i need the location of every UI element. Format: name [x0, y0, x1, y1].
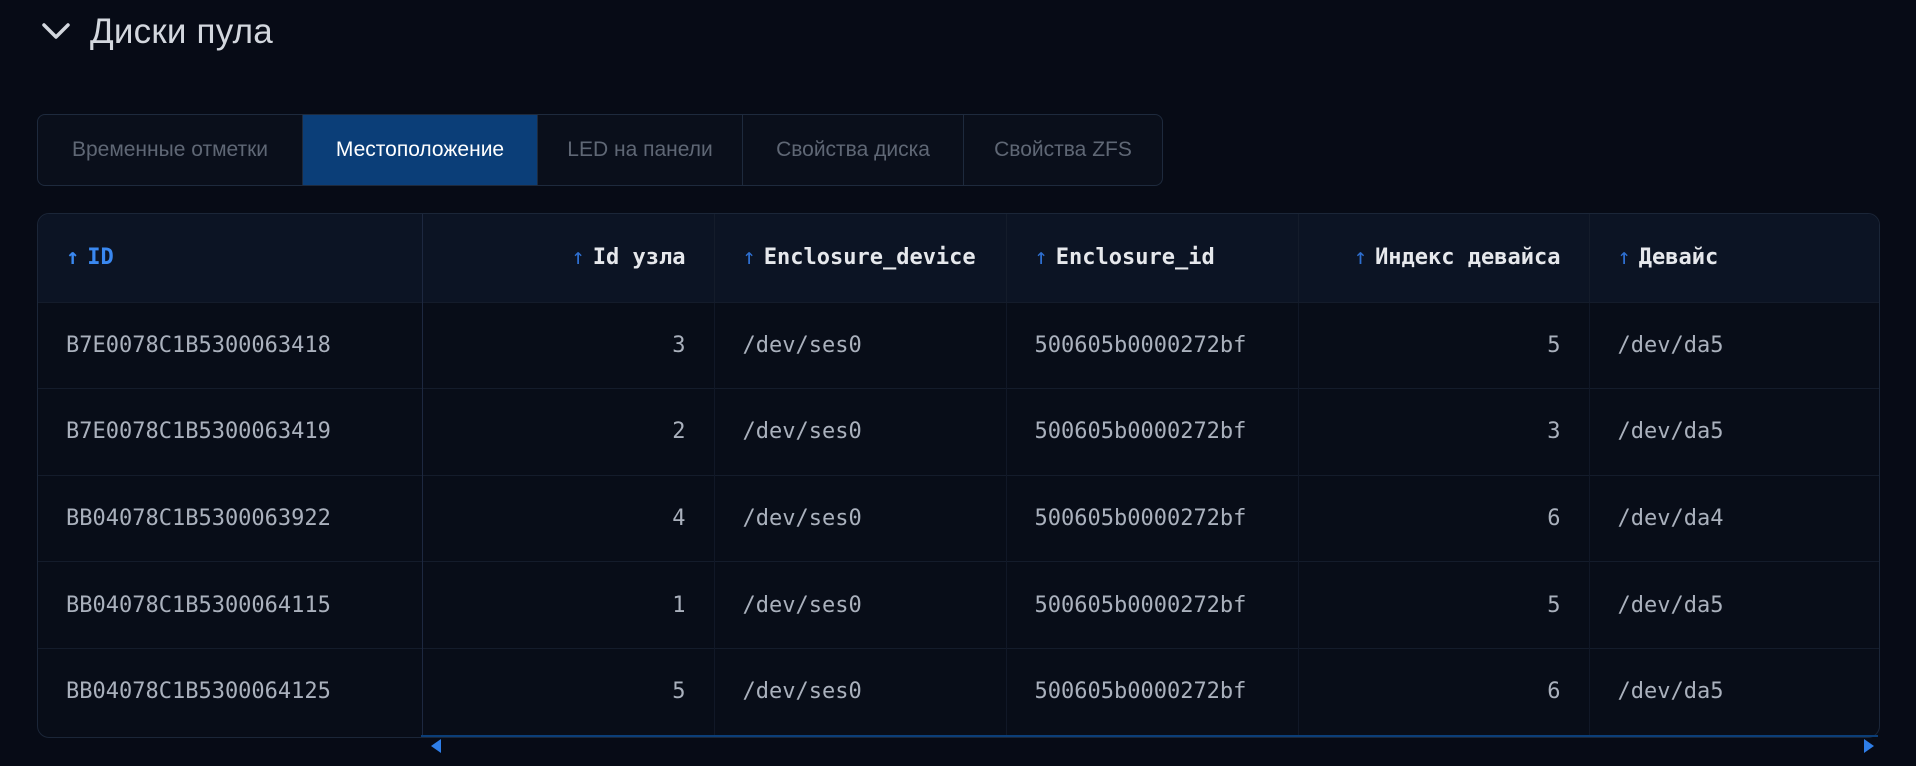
sort-ascending-icon: ↑ [66, 245, 80, 271]
column-header-label: Id узла [592, 245, 686, 271]
column-header-device-index[interactable]: ↑ Индекс девайса [1297, 214, 1589, 302]
cell-id: BB04078C1B5300064125 [38, 648, 423, 735]
cell-device-index: 6 [1297, 475, 1589, 562]
sort-ascending-icon: ↑ [742, 245, 756, 271]
column-header-enclosure-id[interactable]: ↑ Enclosure_id [1005, 214, 1298, 302]
cell-device: /dev/da5 [1588, 302, 1879, 389]
table-row[interactable]: BB04078C1B5300064125 5 /dev/ses0 500605b… [38, 648, 1879, 735]
tab-panel-led[interactable]: LED на панели [538, 115, 743, 185]
column-header-device[interactable]: ↑ Девайс [1588, 214, 1879, 302]
cell-device: /dev/da5 [1588, 561, 1879, 649]
sort-ascending-icon: ↑ [1353, 245, 1368, 271]
cell-id: BB04078C1B5300063922 [38, 475, 423, 562]
column-header-label: Enclosure_device [763, 245, 976, 271]
column-header-id[interactable]: ↑ ID [38, 214, 423, 302]
section-header: Диски пула [36, 8, 273, 56]
column-header-enclosure-device[interactable]: ↑ Enclosure_device [713, 214, 1006, 302]
tab-disk-properties[interactable]: Свойства диска [743, 115, 964, 185]
sort-ascending-icon: ↑ [1617, 245, 1631, 271]
cell-device-index: 6 [1297, 648, 1589, 735]
cell-id: B7E0078C1B5300063418 [38, 302, 423, 389]
tab-location[interactable]: Местоположение [303, 115, 538, 185]
cell-device: /dev/da5 [1588, 648, 1879, 735]
sort-ascending-icon: ↑ [571, 245, 585, 271]
horizontal-scrollbar[interactable] [37, 734, 1878, 756]
chevron-down-icon[interactable] [36, 12, 76, 52]
cell-enclosure-device: /dev/ses0 [713, 475, 1006, 562]
sort-ascending-icon: ↑ [1034, 245, 1048, 271]
cell-device-index: 5 [1297, 561, 1589, 649]
table-row[interactable]: B7E0078C1B5300063418 3 /dev/ses0 500605b… [38, 302, 1879, 389]
cell-node-id: 1 [421, 561, 714, 649]
cell-node-id: 2 [421, 388, 714, 476]
cell-id: BB04078C1B5300064115 [38, 561, 423, 649]
cell-enclosure-id: 500605b0000272bf [1005, 475, 1298, 562]
column-header-label: Индекс девайса [1375, 245, 1561, 271]
table-row[interactable]: B7E0078C1B5300063419 2 /dev/ses0 500605b… [38, 388, 1879, 476]
cell-enclosure-id: 500605b0000272bf [1005, 648, 1298, 735]
column-header-node-id[interactable]: ↑ Id узла [421, 214, 714, 302]
scroll-right-arrow-icon[interactable] [1864, 739, 1874, 753]
column-header-label: Enclosure_id [1055, 245, 1215, 271]
cell-enclosure-id: 500605b0000272bf [1005, 561, 1298, 649]
cell-enclosure-device: /dev/ses0 [713, 302, 1006, 389]
cell-device: /dev/da4 [1588, 475, 1879, 562]
scroll-left-arrow-icon[interactable] [431, 739, 441, 753]
column-header-label: Девайс [1638, 245, 1719, 271]
tab-zfs-properties[interactable]: Свойства ZFS [964, 115, 1162, 185]
tab-bar: Временные отметки Местоположение LED на … [37, 114, 1163, 186]
scrollbar-track[interactable] [421, 735, 1878, 737]
tab-timestamps[interactable]: Временные отметки [38, 115, 303, 185]
table-row[interactable]: BB04078C1B5300063922 4 /dev/ses0 500605b… [38, 475, 1879, 562]
cell-enclosure-device: /dev/ses0 [713, 561, 1006, 649]
cell-device-index: 5 [1297, 302, 1589, 389]
cell-enclosure-id: 500605b0000272bf [1005, 302, 1298, 389]
table-header-row: ↑ ID ↑ Id узла ↑ Enclosure_device ↑ Enclosur… [38, 214, 1879, 302]
disks-table: ↑ ID ↑ Id узла ↑ Enclosure_device ↑ Enclosur… [37, 213, 1880, 738]
cell-enclosure-device: /dev/ses0 [713, 648, 1006, 735]
column-header-label: ID [87, 245, 114, 271]
cell-enclosure-device: /dev/ses0 [713, 388, 1006, 476]
cell-device: /dev/da5 [1588, 388, 1879, 476]
cell-node-id: 5 [421, 648, 714, 735]
table-row[interactable]: BB04078C1B5300064115 1 /dev/ses0 500605b… [38, 561, 1879, 649]
cell-node-id: 4 [421, 475, 714, 562]
cell-device-index: 3 [1297, 388, 1589, 476]
cell-enclosure-id: 500605b0000272bf [1005, 388, 1298, 476]
section-title: Диски пула [90, 12, 273, 51]
cell-id: B7E0078C1B5300063419 [38, 388, 423, 476]
cell-node-id: 3 [421, 302, 714, 389]
